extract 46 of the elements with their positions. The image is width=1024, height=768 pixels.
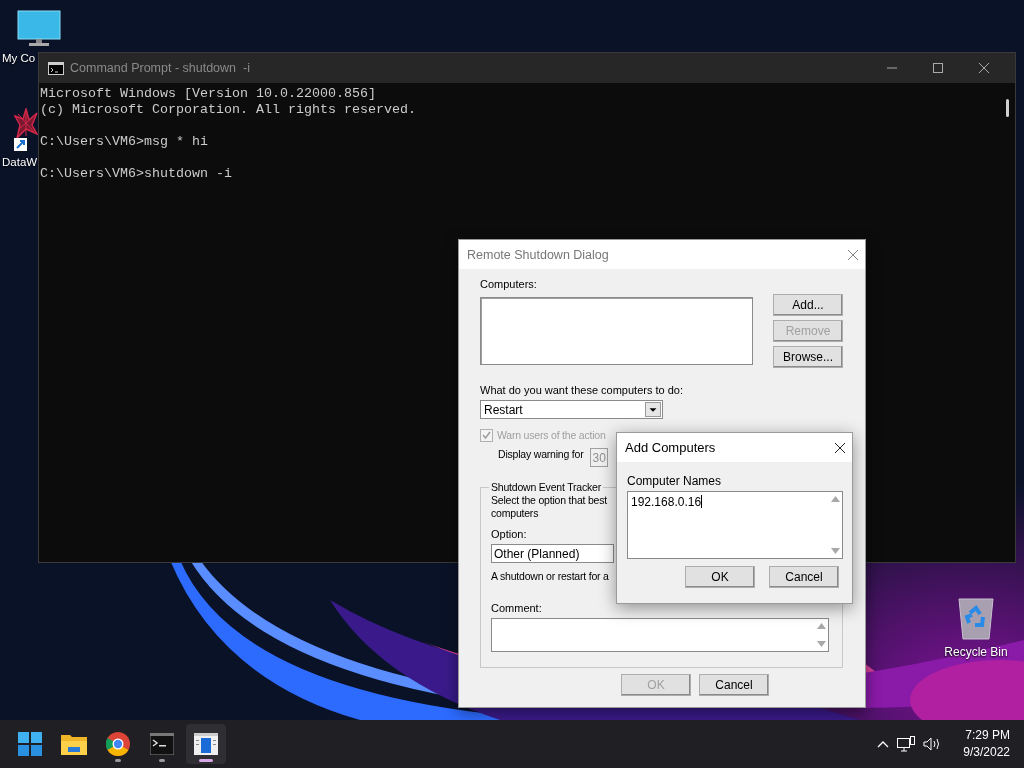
close-icon[interactable] — [834, 441, 846, 454]
console-line: C:\Users\VM6>shutdown -i — [40, 166, 233, 182]
group-label: Shutdown Event Tracker — [490, 481, 602, 493]
folder-icon — [61, 733, 87, 755]
dialog-title: Remote Shutdown Dialog — [467, 247, 609, 262]
monitor-icon — [17, 10, 61, 48]
dialog-button[interactable]: Cancel — [769, 566, 839, 588]
volume-icon[interactable] — [923, 737, 942, 751]
action-dropdown[interactable]: Restart — [480, 400, 663, 419]
console-line: Microsoft Windows [Version 10.0.22000.856] — [40, 86, 377, 102]
star-shortcut-icon — [14, 108, 38, 152]
field-label: Display warning for — [498, 448, 584, 460]
network-icon[interactable] — [897, 736, 916, 752]
console-icon — [48, 61, 64, 75]
start-icon — [18, 732, 42, 756]
recycle-bin-icon — [957, 597, 995, 641]
dialog-button[interactable]: OK — [685, 566, 755, 588]
chevron-up-icon[interactable] — [877, 740, 890, 748]
checkbox-label: Warn users of the action — [497, 429, 606, 441]
description-text: computers — [491, 507, 539, 520]
desktop-icon-label[interactable]: My Co — [0, 52, 36, 64]
console-line: C:\Users\VM6>msg * hi — [40, 134, 209, 150]
console-line: (c) Microsoft Corporation. All rights reserved. — [40, 102, 417, 118]
computers-list[interactable] — [480, 297, 753, 365]
scrollbar-thumb[interactable] — [1005, 99, 1009, 117]
taskbar-button[interactable] — [186, 724, 226, 764]
terminal-icon — [150, 733, 174, 755]
field-label: Computers: — [480, 278, 537, 290]
clock-time[interactable]: 7:29 PM — [965, 727, 1010, 744]
option-dropdown[interactable]: Other (Planned) — [491, 544, 614, 563]
dialog-button[interactable]: Cancel — [699, 674, 769, 696]
dialog-button[interactable]: Add... — [773, 294, 843, 316]
clock-date[interactable]: 9/3/2022 — [963, 744, 1010, 761]
field-label: Comment: — [491, 602, 542, 614]
description-text: Select the option that best — [491, 494, 608, 507]
description-text: A shutdown or restart for a — [491, 570, 609, 582]
field-label: What do you want these computers to do: — [480, 384, 683, 396]
dialog-button[interactable]: Browse... — [773, 346, 843, 368]
dialog-title: Add Computers — [625, 440, 716, 455]
browser-icon — [106, 732, 130, 756]
window-title: Command Prompt - shutdown -i — [70, 61, 251, 75]
field-label: Computer Names — [627, 474, 722, 488]
desktop-icon-label[interactable]: Recycle Bin — [944, 645, 1008, 659]
window-icon — [194, 733, 218, 755]
field-label: Option: — [491, 528, 527, 540]
desktop-icon-label[interactable]: DataW — [0, 156, 38, 168]
